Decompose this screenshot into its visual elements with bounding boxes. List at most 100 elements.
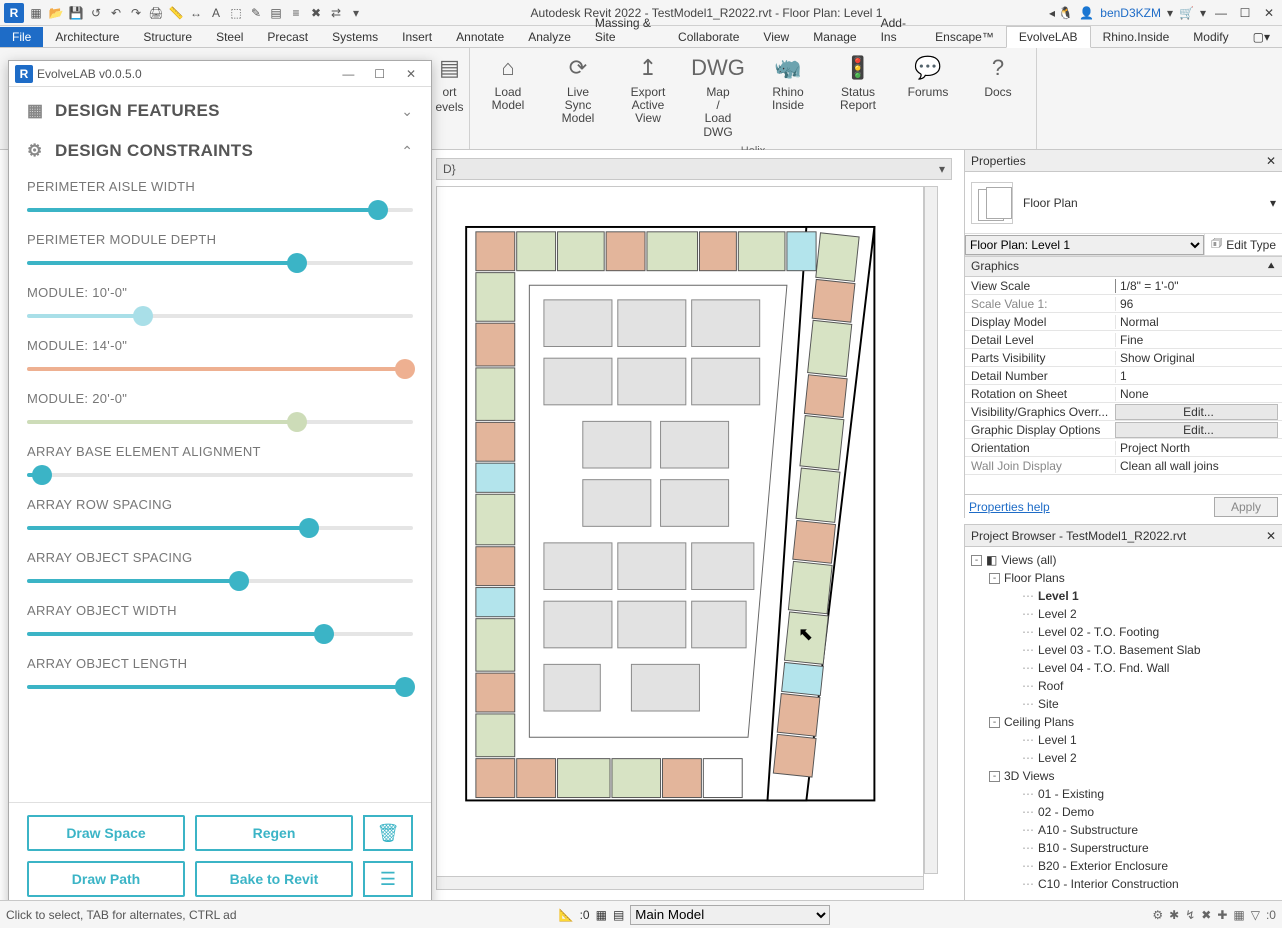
- tree-twisty-icon[interactable]: -: [989, 717, 1000, 728]
- prop-row[interactable]: Display ModelNormal: [965, 313, 1282, 331]
- tab-insert[interactable]: Insert: [390, 27, 444, 47]
- instance-selector[interactable]: Floor Plan: Level 1: [965, 235, 1204, 255]
- tab-enscape-[interactable]: Enscape™: [923, 27, 1006, 47]
- tree-node[interactable]: ⋯C10 - Interior Construction: [967, 875, 1280, 893]
- search-icon[interactable]: ◂ 🐧: [1049, 6, 1073, 20]
- ribbon-map-load-dwg-button[interactable]: DWGMap/LoadDWG: [690, 52, 746, 139]
- status-detail-icon[interactable]: ▦: [596, 908, 607, 922]
- tab-evolvelab[interactable]: EvolveLAB: [1006, 26, 1091, 48]
- qat-switch-icon[interactable]: ⇄: [328, 5, 344, 21]
- qat-print-icon[interactable]: 🖨: [148, 5, 164, 21]
- slider[interactable]: [27, 467, 413, 483]
- qat-undo-icon[interactable]: ↶: [108, 5, 124, 21]
- evolvelab-maximize-icon[interactable]: ☐: [366, 67, 394, 81]
- canvas-vscroll[interactable]: [924, 186, 938, 874]
- tab-add-ins[interactable]: Add-Ins: [869, 13, 924, 47]
- status-model-icon[interactable]: ▤: [613, 908, 624, 922]
- slider[interactable]: [27, 626, 413, 642]
- user-icon[interactable]: 👤: [1079, 6, 1094, 20]
- tab-rhino-inside[interactable]: Rhino.Inside: [1091, 27, 1182, 47]
- tab-manage[interactable]: Manage: [801, 27, 868, 47]
- properties-help-link[interactable]: Properties help: [969, 500, 1050, 514]
- tree-node[interactable]: ⋯Level 1: [967, 587, 1280, 605]
- project-browser-close-icon[interactable]: ✕: [1266, 529, 1276, 543]
- ribbon-docs-button[interactable]: ?Docs: [970, 52, 1026, 139]
- ribbon-partial-btn[interactable]: ▤ ort evels: [432, 52, 468, 114]
- slider-thumb[interactable]: [287, 412, 307, 432]
- ribbon-rhino-inside-button[interactable]: 🦏RhinoInside: [760, 52, 816, 139]
- type-dd-icon[interactable]: ▾: [1270, 196, 1276, 210]
- prop-row[interactable]: OrientationProject North: [965, 439, 1282, 457]
- slider-thumb[interactable]: [314, 624, 334, 644]
- tree-node[interactable]: ⋯Level 2: [967, 749, 1280, 767]
- user-name[interactable]: benD3KZM: [1100, 6, 1161, 20]
- slider[interactable]: [27, 361, 413, 377]
- qat-sync-icon[interactable]: ↺: [88, 5, 104, 21]
- prop-row[interactable]: View Scale1/8" = 1'-0": [965, 277, 1282, 295]
- tab-precast[interactable]: Precast: [255, 27, 320, 47]
- qat-section-icon[interactable]: ✎: [248, 5, 264, 21]
- tree-node[interactable]: ⋯B20 - Exterior Enclosure: [967, 857, 1280, 875]
- slider-thumb[interactable]: [133, 306, 153, 326]
- ribbon-status-report-button[interactable]: 🚦StatusReport: [830, 52, 886, 139]
- tree-node[interactable]: -Floor Plans: [967, 569, 1280, 587]
- tree-node[interactable]: ⋯Level 04 - T.O. Fnd. Wall: [967, 659, 1280, 677]
- slider-thumb[interactable]: [32, 465, 52, 485]
- qat-close-icon[interactable]: ✖: [308, 5, 324, 21]
- tree-twisty-icon[interactable]: -: [989, 771, 1000, 782]
- cart-icon[interactable]: 🛒: [1179, 6, 1194, 20]
- slider[interactable]: [27, 202, 413, 218]
- tab-architecture[interactable]: Architecture: [43, 27, 131, 47]
- prop-row[interactable]: Scale Value 1:96: [965, 295, 1282, 313]
- prop-row[interactable]: Detail Number1: [965, 367, 1282, 385]
- qat-icon[interactable]: ▦: [28, 5, 44, 21]
- prop-row[interactable]: Graphic Display OptionsEdit...: [965, 421, 1282, 439]
- slider-thumb[interactable]: [368, 200, 388, 220]
- slider[interactable]: [27, 679, 413, 695]
- tab-annotate[interactable]: Annotate: [444, 27, 516, 47]
- tab-analyze[interactable]: Analyze: [516, 27, 583, 47]
- evolvelab-close-icon[interactable]: ✕: [397, 67, 425, 81]
- tree-twisty-icon[interactable]: -: [989, 573, 1000, 584]
- qat-open-icon[interactable]: 📂: [48, 5, 64, 21]
- slider-thumb[interactable]: [299, 518, 319, 538]
- tree-node[interactable]: ⋯Level 1: [967, 731, 1280, 749]
- tree-node[interactable]: ⋯01 - Existing: [967, 785, 1280, 803]
- delete-button[interactable]: 🗑: [363, 815, 413, 851]
- status-scale-icon[interactable]: 📐: [559, 908, 574, 922]
- tree-node[interactable]: ⋯02 - Demo: [967, 803, 1280, 821]
- tree-node[interactable]: ⋯A10 - Substructure: [967, 821, 1280, 839]
- tree-twisty-icon[interactable]: -: [971, 555, 982, 566]
- tree-node[interactable]: ⋯Roof: [967, 677, 1280, 695]
- bake-button[interactable]: Bake to Revit: [195, 861, 353, 897]
- slider[interactable]: [27, 255, 413, 271]
- tab-file[interactable]: File: [0, 27, 43, 47]
- ribbon-export-active-view-button[interactable]: ↥ExportActiveView: [620, 52, 676, 139]
- qat-dd-icon[interactable]: ▾: [348, 5, 364, 21]
- section-design-features[interactable]: ▦DESIGN FEATURES ⌄: [27, 91, 413, 131]
- slider-thumb[interactable]: [287, 253, 307, 273]
- filter-icon[interactable]: ▽: [1251, 908, 1260, 922]
- breadcrumb-dd-icon[interactable]: ▾: [939, 162, 945, 176]
- help-dd-icon[interactable]: ▾: [1200, 6, 1206, 20]
- evolvelab-body[interactable]: ▦DESIGN FEATURES ⌄ ⚙DESIGN CONSTRAINTS ⌃…: [9, 87, 431, 802]
- slider[interactable]: [27, 573, 413, 589]
- slider-thumb[interactable]: [395, 359, 415, 379]
- tree-node[interactable]: ⋯Level 02 - T.O. Footing: [967, 623, 1280, 641]
- tab-view[interactable]: View: [751, 27, 801, 47]
- user-dd-icon[interactable]: ▾: [1167, 6, 1173, 20]
- tree-node[interactable]: ⋯Site: [967, 695, 1280, 713]
- prop-row[interactable]: Visibility/Graphics Overr...Edit...: [965, 403, 1282, 421]
- sb-icon[interactable]: ▦: [1233, 908, 1244, 922]
- canvas-hscroll[interactable]: [436, 876, 924, 890]
- prop-row[interactable]: Parts VisibilityShow Original: [965, 349, 1282, 367]
- evolvelab-minimize-icon[interactable]: —: [334, 67, 362, 81]
- sb-icon[interactable]: ↯: [1185, 908, 1195, 922]
- tab-steel[interactable]: Steel: [204, 27, 255, 47]
- tree-node[interactable]: ⋯B10 - Superstructure: [967, 839, 1280, 857]
- canvas[interactable]: [436, 186, 924, 890]
- slider-thumb[interactable]: [229, 571, 249, 591]
- tab-massing-site[interactable]: Massing & Site: [583, 13, 666, 47]
- ribbon-forums-button[interactable]: 💬Forums: [900, 52, 956, 139]
- tab-systems[interactable]: Systems: [320, 27, 390, 47]
